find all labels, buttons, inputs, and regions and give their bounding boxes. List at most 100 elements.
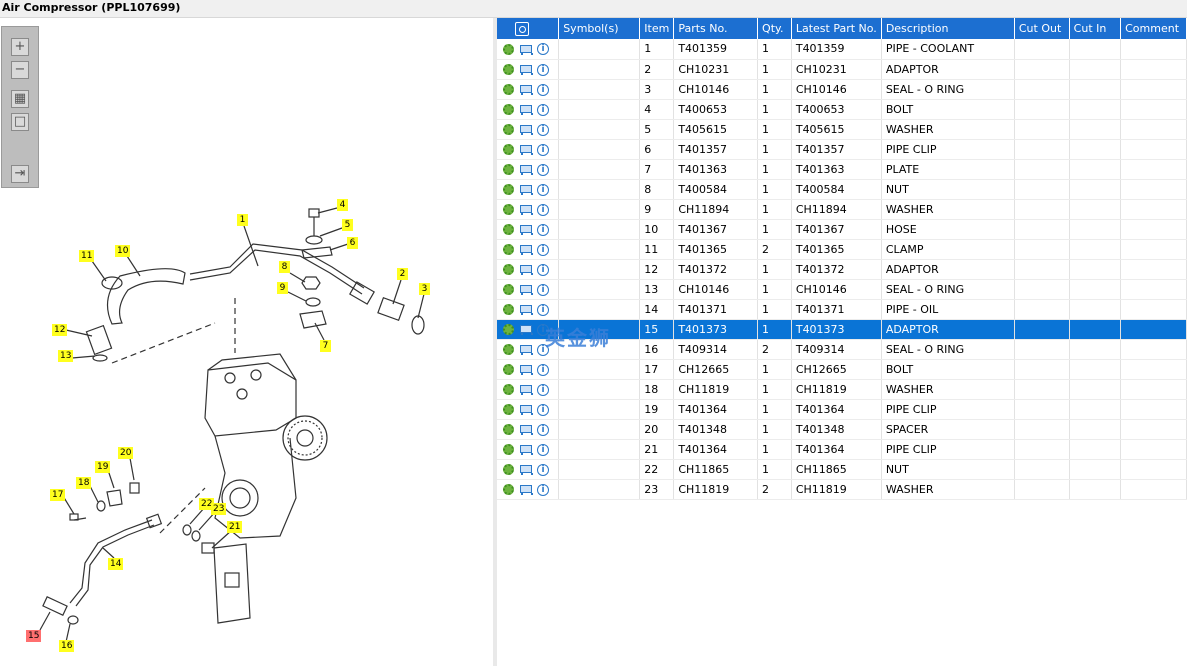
column-header-cut-out[interactable]: Cut Out <box>1014 18 1070 39</box>
callout-3[interactable]: 3 <box>419 283 430 295</box>
options-gear-icon[interactable] <box>503 184 514 195</box>
callout-20[interactable]: 20 <box>118 447 134 459</box>
table-row[interactable]: i 11 T401365 2 T401365 CLAMP <box>497 239 1187 260</box>
add-to-cart-icon[interactable] <box>518 44 533 55</box>
callout-5[interactable]: 5 <box>342 219 353 231</box>
exploded-diagram-panel[interactable]: + − ▦ □ ⇥ 1 2 3 4 5 6 7 8 9 10 11 12 13 … <box>0 18 496 666</box>
table-row[interactable]: i 4 T400653 1 T400653 BOLT <box>497 99 1187 120</box>
info-icon[interactable]: i <box>537 383 549 396</box>
options-gear-icon[interactable] <box>503 164 514 175</box>
add-to-cart-icon[interactable] <box>518 484 533 495</box>
column-header-comment[interactable]: Comment <box>1120 18 1187 39</box>
add-to-cart-icon[interactable] <box>518 284 533 295</box>
options-gear-icon[interactable] <box>503 404 514 415</box>
column-chooser-icon[interactable] <box>515 21 529 36</box>
table-row[interactable]: i 19 T401364 1 T401364 PIPE CLIP <box>497 399 1187 420</box>
options-gear-icon[interactable] <box>503 364 514 375</box>
callout-23[interactable]: 23 <box>211 503 227 515</box>
table-row[interactable]: i 21 T401364 1 T401364 PIPE CLIP <box>497 439 1187 460</box>
add-to-cart-icon[interactable] <box>518 424 533 435</box>
table-row[interactable]: i 13 CH10146 1 CH10146 SEAL - O RING <box>497 279 1187 300</box>
options-gear-icon[interactable] <box>503 344 514 355</box>
callout-9[interactable]: 9 <box>277 282 288 294</box>
callout-15[interactable]: 15 <box>26 630 42 642</box>
options-gear-icon[interactable] <box>503 64 514 75</box>
add-to-cart-icon[interactable] <box>518 244 533 255</box>
options-gear-icon[interactable] <box>503 43 514 55</box>
info-icon[interactable]: i <box>537 103 549 116</box>
add-to-cart-icon[interactable] <box>518 344 533 355</box>
options-gear-icon[interactable] <box>503 264 514 275</box>
table-row[interactable]: i 22 CH11865 1 CH11865 NUT <box>497 459 1187 480</box>
table-row[interactable]: i 23 CH11819 2 CH11819 WASHER <box>497 479 1187 500</box>
callout-4[interactable]: 4 <box>337 199 348 211</box>
table-row[interactable]: i 14 T401371 1 T401371 PIPE - OIL <box>497 299 1187 320</box>
add-to-cart-icon[interactable] <box>518 224 533 235</box>
info-icon[interactable]: i <box>537 483 549 496</box>
add-to-cart-icon[interactable] <box>518 444 533 455</box>
table-row[interactable]: i 2 CH10231 1 CH10231 ADAPTOR <box>497 59 1187 80</box>
table-row[interactable]: i 18 CH11819 1 CH11819 WASHER <box>497 379 1187 400</box>
add-to-cart-icon[interactable] <box>518 164 533 175</box>
callout-8[interactable]: 8 <box>279 261 290 273</box>
column-header-parts-no[interactable]: Parts No. <box>673 18 759 39</box>
fit-page-icon[interactable]: ▦ <box>11 90 29 108</box>
add-to-cart-icon[interactable] <box>518 84 533 95</box>
table-row[interactable]: i 7 T401363 1 T401363 PLATE <box>497 159 1187 180</box>
callout-12[interactable]: 12 <box>52 324 68 336</box>
info-icon[interactable]: i <box>537 123 549 136</box>
add-to-cart-icon[interactable] <box>518 144 533 155</box>
options-gear-icon[interactable] <box>503 384 514 395</box>
table-row[interactable]: i 20 T401348 1 T401348 SPACER <box>497 419 1187 440</box>
column-header-symbols[interactable]: Symbol(s) <box>558 18 641 39</box>
info-icon[interactable]: i <box>537 43 549 56</box>
table-row[interactable]: i 6 T401357 1 T401357 PIPE CLIP <box>497 139 1187 160</box>
options-gear-icon[interactable] <box>503 204 514 215</box>
info-icon[interactable]: i <box>537 263 549 276</box>
callout-2[interactable]: 2 <box>397 268 408 280</box>
callout-18[interactable]: 18 <box>76 477 92 489</box>
info-icon[interactable]: i <box>537 363 549 376</box>
add-to-cart-icon[interactable] <box>518 204 533 215</box>
info-icon[interactable]: i <box>537 423 549 436</box>
callout-14[interactable]: 14 <box>108 558 124 570</box>
add-to-cart-icon[interactable] <box>518 404 533 415</box>
column-header-item[interactable]: Item <box>639 18 675 39</box>
info-icon[interactable]: i <box>537 443 549 456</box>
callout-7[interactable]: 7 <box>320 340 331 352</box>
add-to-cart-icon[interactable] <box>518 364 533 375</box>
toggle-panel-icon[interactable]: ⇥ <box>11 165 29 183</box>
add-to-cart-icon[interactable] <box>518 324 533 335</box>
info-icon[interactable]: i <box>537 163 549 176</box>
table-row[interactable]: i 1 T401359 1 T401359 PIPE - COOLANT <box>497 39 1187 60</box>
info-icon[interactable]: i <box>537 403 549 416</box>
info-icon[interactable]: i <box>537 203 549 216</box>
callout-21[interactable]: 21 <box>227 521 243 533</box>
column-header-qty[interactable]: Qty. <box>757 18 792 39</box>
zoom-out-icon[interactable]: − <box>11 61 29 79</box>
add-to-cart-icon[interactable] <box>518 264 533 275</box>
callout-17[interactable]: 17 <box>50 489 66 501</box>
add-to-cart-icon[interactable] <box>518 64 533 75</box>
info-icon[interactable]: i <box>537 63 549 76</box>
options-gear-icon[interactable] <box>503 484 514 495</box>
table-row[interactable]: i 8 T400584 1 T400584 NUT <box>497 179 1187 200</box>
column-header-description[interactable]: Description <box>881 18 1015 39</box>
column-header-cut-in[interactable]: Cut In <box>1069 18 1122 39</box>
options-gear-icon[interactable] <box>503 224 514 235</box>
table-row[interactable]: i 17 CH12665 1 CH12665 BOLT <box>497 359 1187 380</box>
options-gear-icon[interactable] <box>503 424 514 435</box>
add-to-cart-icon[interactable] <box>518 304 533 315</box>
callout-1[interactable]: 1 <box>237 214 248 226</box>
table-row[interactable]: i 3 CH10146 1 CH10146 SEAL - O RING <box>497 79 1187 100</box>
column-header-icons[interactable] <box>497 18 560 39</box>
callout-16[interactable]: 16 <box>59 640 75 652</box>
zoom-in-icon[interactable]: + <box>11 38 29 56</box>
info-icon[interactable]: i <box>537 143 549 156</box>
info-icon[interactable]: i <box>537 283 549 296</box>
callout-6[interactable]: 6 <box>347 237 358 249</box>
callout-13[interactable]: 13 <box>58 350 74 362</box>
info-icon[interactable]: i <box>537 183 549 196</box>
column-header-latest-part-no[interactable]: Latest Part No. <box>791 18 882 39</box>
info-icon[interactable]: i <box>537 303 549 316</box>
